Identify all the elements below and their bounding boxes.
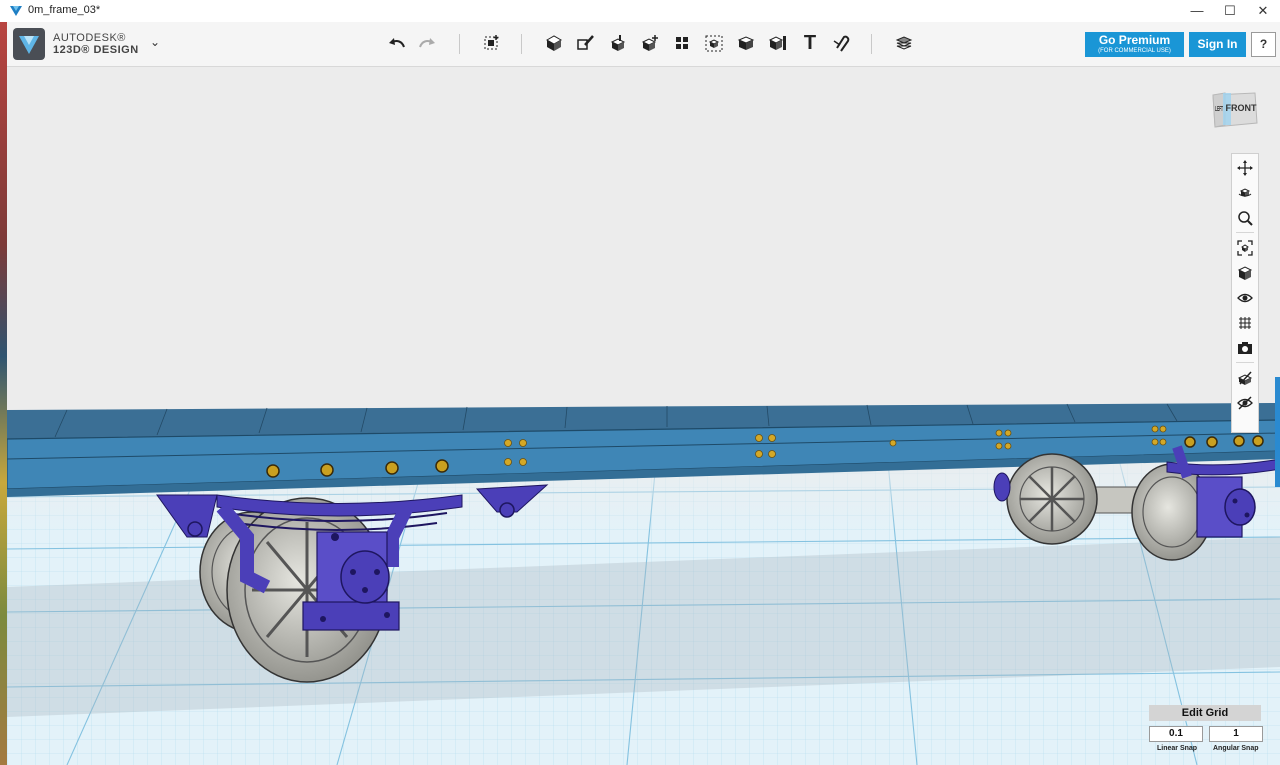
nav-separator [1236,362,1254,363]
navigation-bar [1231,153,1259,433]
angular-snap-input[interactable]: 1 [1209,726,1263,742]
modify-icon[interactable] [637,30,663,56]
go-premium-label: Go Premium [1098,33,1171,47]
edit-grid-panel: Edit Grid 0.1 1 Linear Snap Angular Snap [1147,704,1265,764]
group-icon[interactable] [701,30,727,56]
physical-material-icon[interactable] [1233,366,1257,390]
chevron-down-icon[interactable]: ⌄ [150,35,160,49]
toolbar-separator [459,34,460,54]
sign-in-button[interactable]: Sign In [1189,32,1246,57]
combine-icon[interactable] [733,30,759,56]
3d-viewport[interactable]: FRONT LEFT Edit Grid 0.1 1 Linear Snap A… [7,67,1280,765]
brand-product: 123D® DESIGN [53,44,139,56]
pan-icon[interactable] [1233,156,1257,180]
window-title-bar: 0m_frame_03* — ☐ ✕ [0,0,1280,22]
visibility-icon[interactable] [1233,286,1257,310]
window-title: 0m_frame_03* [28,4,101,16]
text-icon[interactable]: T [797,30,823,56]
sketch-icon[interactable] [573,30,599,56]
primitives-icon[interactable] [541,30,567,56]
view-cube[interactable]: FRONT LEFT [1209,87,1261,131]
model-scene [7,403,1280,765]
app-toolbar: AUTODESK® 123D® DESIGN ⌄ T Go Premium (F… [7,22,1280,67]
linear-snap-input[interactable]: 0.1 [1149,726,1203,742]
angular-snap-label: Angular Snap [1213,745,1259,752]
linear-snap-label: Linear Snap [1157,745,1198,752]
maximize-button[interactable]: ☐ [1213,0,1247,22]
app-menu-logo[interactable] [13,28,45,60]
undo-icon[interactable] [384,30,410,56]
transform-icon[interactable] [479,30,505,56]
construct-icon[interactable] [605,30,631,56]
go-premium-sublabel: (FOR COMMERCIAL USE) [1098,48,1171,54]
toolbar-separator [871,34,872,54]
viewcube-left-label: LEFT [1215,106,1223,113]
toolbar-separator [521,34,522,54]
pattern-icon[interactable] [669,30,695,56]
go-premium-button[interactable]: Go Premium (FOR COMMERCIAL USE) [1085,32,1184,57]
minimize-button[interactable]: — [1180,0,1214,22]
fit-icon[interactable] [1233,236,1257,260]
grid-material-icon[interactable] [1233,311,1257,335]
nav-separator [1236,232,1254,233]
app-logo-icon [10,6,22,16]
close-button[interactable]: ✕ [1246,0,1280,22]
material-icon[interactable] [891,30,917,56]
brand-company: AUTODESK® [53,32,126,44]
side-panel-handle[interactable] [1275,377,1280,487]
desktop-background-strip [0,22,7,765]
viewcube-front-label: FRONT [1226,103,1257,113]
autodesk-logo-icon [19,36,39,54]
orbit-icon[interactable] [1233,181,1257,205]
snapshot-icon[interactable] [1233,336,1257,360]
help-button[interactable]: ? [1251,32,1276,57]
view-cube-icon[interactable] [1233,261,1257,285]
hide-icon[interactable] [1233,391,1257,415]
edit-grid-button[interactable]: Edit Grid [1149,705,1261,721]
redo-icon[interactable] [414,30,440,56]
snap-icon[interactable] [829,30,855,56]
zoom-icon[interactable] [1233,206,1257,230]
measure-icon[interactable] [765,30,791,56]
